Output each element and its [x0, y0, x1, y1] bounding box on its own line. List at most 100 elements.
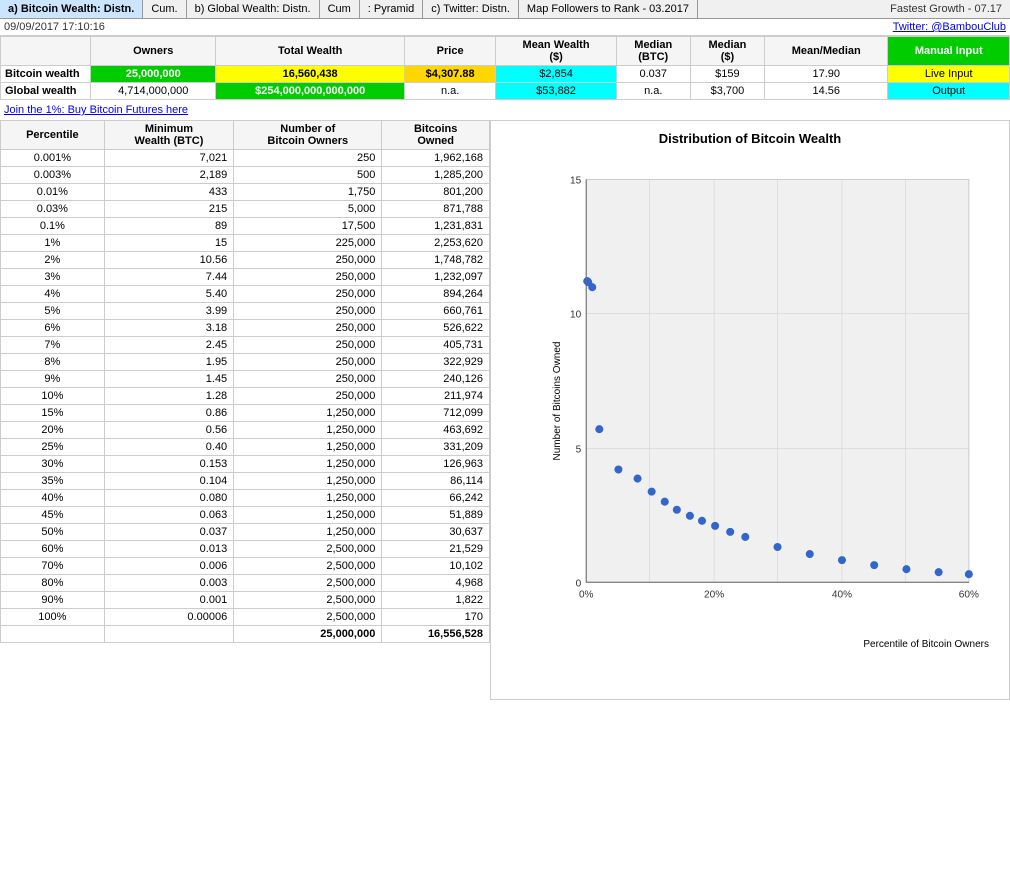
- col-num-owners: Number ofBitcoin Owners: [234, 121, 382, 150]
- cell-min-wealth: 2.45: [104, 337, 233, 354]
- cell-min-wealth: 0.00006: [104, 609, 233, 626]
- global-owners: 4,714,000,000: [91, 83, 216, 100]
- cell-percentile: 3%: [1, 269, 105, 286]
- chart-title: Distribution of Bitcoin Wealth: [491, 121, 1009, 151]
- cell-min-wealth: 0.003: [104, 575, 233, 592]
- global-price: n.a.: [404, 83, 496, 100]
- col-header-mean-median: Mean/Median: [765, 37, 888, 66]
- table-row: 8% 1.95 250,000 322,929: [1, 354, 490, 371]
- table-row: 1% 15 225,000 2,253,620: [1, 235, 490, 252]
- cell-num-owners: 250,000: [234, 269, 382, 286]
- tab-cum[interactable]: Cum.: [143, 0, 186, 18]
- cell-percentile: 60%: [1, 541, 105, 558]
- global-mean-wealth: $53,882: [496, 83, 616, 100]
- tab-twitter[interactable]: c) Twitter: Distn.: [423, 0, 519, 18]
- cell-btc-owned: 211,974: [382, 388, 490, 405]
- cell-percentile: 8%: [1, 354, 105, 371]
- summary-table: Owners Total Wealth Price Mean Wealth($)…: [0, 36, 1010, 100]
- table-row: 10% 1.28 250,000 211,974: [1, 388, 490, 405]
- buy-link-row: Join the 1%: Buy Bitcoin Futures here: [0, 100, 1010, 120]
- cell-btc-owned: 126,963: [382, 456, 490, 473]
- chart-point-10: [686, 512, 694, 520]
- bitcoin-median-usd: $159: [690, 66, 764, 83]
- cell-btc-owned: 801,200: [382, 184, 490, 201]
- col-header-median-usd: Median($): [690, 37, 764, 66]
- col-header-label: [1, 37, 91, 66]
- fastest-growth-label: Fastest Growth - 07.17: [882, 0, 1010, 18]
- cell-percentile: 35%: [1, 473, 105, 490]
- table-row: 4% 5.40 250,000 894,264: [1, 286, 490, 303]
- cell-btc-owned: 405,731: [382, 337, 490, 354]
- cell-min-wealth: 0.013: [104, 541, 233, 558]
- cell-min-wealth: 1.45: [104, 371, 233, 388]
- svg-text:40%: 40%: [832, 589, 852, 600]
- cell-min-wealth: 10.56: [104, 252, 233, 269]
- cell-percentile: 0.01%: [1, 184, 105, 201]
- tab-cum2[interactable]: Cum: [320, 0, 360, 18]
- bitcoin-mean-median: 17.90: [765, 66, 888, 83]
- cell-min-wealth: 15: [104, 235, 233, 252]
- cell-percentile: 100%: [1, 609, 105, 626]
- cell-min-wealth: 433: [104, 184, 233, 201]
- cell-percentile: 30%: [1, 456, 105, 473]
- cell-btc-owned: 30,637: [382, 524, 490, 541]
- cell-num-owners: 250,000: [234, 371, 382, 388]
- cell-btc-owned: 894,264: [382, 286, 490, 303]
- cell-num-owners: 500: [234, 167, 382, 184]
- bitcoin-mean-wealth: $2,854: [496, 66, 616, 83]
- svg-text:10: 10: [570, 309, 582, 320]
- col-header-price: Price: [404, 37, 496, 66]
- chart-point-16: [806, 550, 814, 558]
- cell-btc-owned: 170: [382, 609, 490, 626]
- bitcoin-wealth-chart: Distribution of Bitcoin Wealth Number of…: [490, 120, 1010, 700]
- chart-point-4: [595, 425, 603, 433]
- cell-btc-owned: 712,099: [382, 405, 490, 422]
- cell-btc-owned: 86,114: [382, 473, 490, 490]
- cell-percentile: 80%: [1, 575, 105, 592]
- cell-num-owners: 1,250,000: [234, 507, 382, 524]
- cell-num-owners: 250,000: [234, 286, 382, 303]
- footer-total-btc: 16,556,528: [382, 626, 490, 643]
- cell-min-wealth: 89: [104, 218, 233, 235]
- cell-min-wealth: 3.18: [104, 320, 233, 337]
- global-wealth-label: Global wealth: [1, 83, 91, 100]
- cell-btc-owned: 1,748,782: [382, 252, 490, 269]
- table-row: 0.001% 7,021 250 1,962,168: [1, 150, 490, 167]
- col-header-median-btc: Median(BTC): [616, 37, 690, 66]
- table-row: 70% 0.006 2,500,000 10,102: [1, 558, 490, 575]
- cell-min-wealth: 215: [104, 201, 233, 218]
- top-navigation: a) Bitcoin Wealth: Distn. Cum. b) Global…: [0, 0, 1010, 19]
- tab-map[interactable]: Map Followers to Rank - 03.2017: [519, 0, 698, 18]
- cell-btc-owned: 240,126: [382, 371, 490, 388]
- bitcoin-live-input: Live Input: [888, 66, 1010, 83]
- bitcoin-median-btc: 0.037: [616, 66, 690, 83]
- chart-point-19: [902, 565, 910, 573]
- cell-percentile: 0.1%: [1, 218, 105, 235]
- col-btc-owned: BitcoinsOwned: [382, 121, 490, 150]
- tab-pyramid[interactable]: : Pyramid: [360, 0, 423, 18]
- table-footer: 25,000,000 16,556,528: [1, 626, 490, 643]
- cell-percentile: 7%: [1, 337, 105, 354]
- tab-global-wealth[interactable]: b) Global Wealth: Distn.: [187, 0, 320, 18]
- tab-bitcoin-wealth[interactable]: a) Bitcoin Wealth: Distn.: [0, 0, 143, 18]
- cell-min-wealth: 0.104: [104, 473, 233, 490]
- svg-text:0: 0: [576, 578, 582, 589]
- col-header-total-wealth: Total Wealth: [216, 37, 404, 66]
- table-row: 60% 0.013 2,500,000 21,529: [1, 541, 490, 558]
- cell-min-wealth: 0.86: [104, 405, 233, 422]
- twitter-link[interactable]: Twitter: @BambouClub: [893, 21, 1006, 33]
- cell-num-owners: 250,000: [234, 354, 382, 371]
- buy-link[interactable]: Join the 1%: Buy Bitcoin Futures here: [4, 104, 188, 116]
- cell-percentile: 6%: [1, 320, 105, 337]
- cell-min-wealth: 0.006: [104, 558, 233, 575]
- cell-min-wealth: 0.080: [104, 490, 233, 507]
- cell-btc-owned: 51,889: [382, 507, 490, 524]
- table-row: 7% 2.45 250,000 405,731: [1, 337, 490, 354]
- table-row: 35% 0.104 1,250,000 86,114: [1, 473, 490, 490]
- global-output: Output: [888, 83, 1010, 100]
- cell-percentile: 0.03%: [1, 201, 105, 218]
- chart-point-21: [965, 570, 973, 578]
- svg-text:0%: 0%: [579, 589, 594, 600]
- table-row: 0.1% 89 17,500 1,231,831: [1, 218, 490, 235]
- table-row: 30% 0.153 1,250,000 126,963: [1, 456, 490, 473]
